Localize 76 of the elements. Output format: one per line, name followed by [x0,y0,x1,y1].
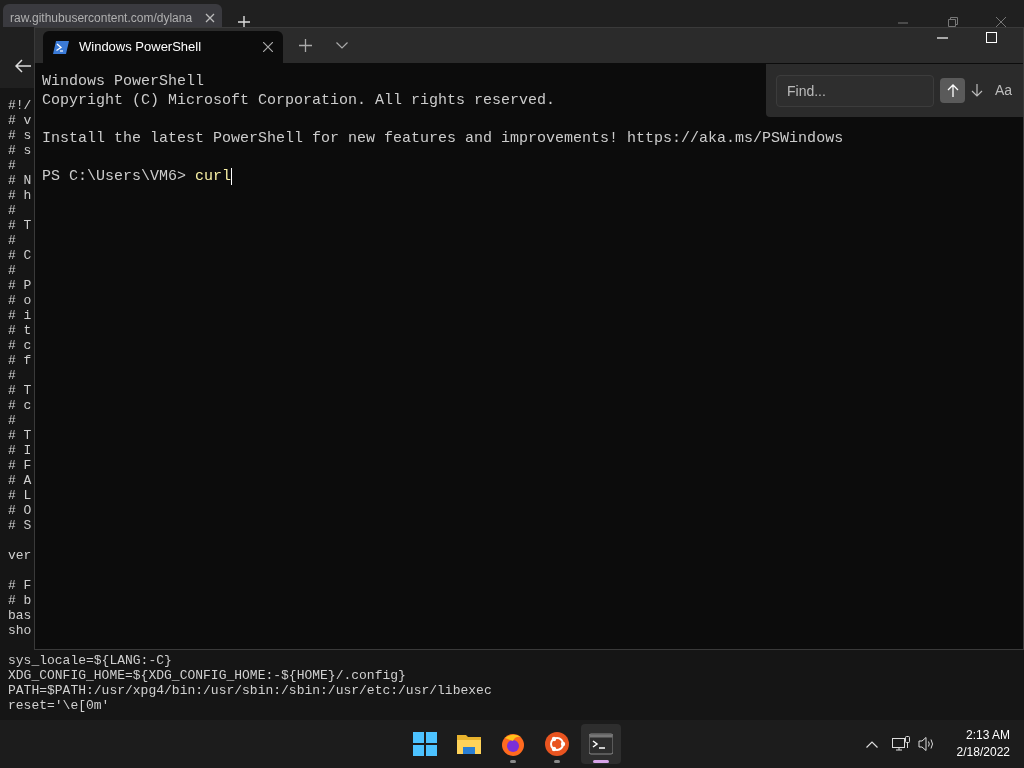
code-line: # [8,203,16,218]
code-line: # [8,263,16,278]
code-line: # f [8,353,32,368]
code-line: # b [8,593,32,608]
terminal-icon [589,732,613,756]
ubuntu-icon [545,732,569,756]
code-line: # S [8,518,32,533]
close-icon[interactable] [996,17,1006,27]
code-line: # C [8,248,32,263]
code-line: ver [8,548,32,563]
maximize-icon[interactable] [986,32,997,43]
prompt: PS C:\Users\VM6> [42,167,187,186]
code-line: # T [8,218,32,233]
start-icon [413,732,437,756]
code-line: # [8,158,16,173]
code-line: # F [8,458,32,473]
text-cursor [231,168,233,185]
code-line: #!/ [8,98,32,113]
chevron-up-icon[interactable] [865,740,878,748]
tab-title: raw.githubusercontent.com/dylana [10,10,194,26]
code-line: reset='\e[0m' [8,698,110,713]
powershell-icon [53,40,69,54]
code-line: PATH=$PATH:/usr/xpg4/bin:/usr/sbin:/sbin:/usr/etc:/usr/libexec [8,683,492,698]
close-icon[interactable] [263,42,273,52]
code-line: # N [8,173,32,188]
code-line: # s [8,128,32,143]
network-icon[interactable] [891,736,910,752]
code-line: # T [8,383,32,398]
code-line: # F [8,578,32,593]
new-tab-icon[interactable] [299,39,312,52]
clock-time[interactable]: 2:13 AM [965,727,1010,744]
running-indicator [554,760,560,763]
clock-date[interactable]: 2/18/2022 [956,744,1010,761]
browser-tab[interactable]: raw.githubusercontent.com/dylana [3,4,222,27]
firefox-icon [501,732,525,756]
console-line: Windows PowerShell [42,72,205,91]
code-line: # L [8,488,32,503]
terminal-tab[interactable]: Windows PowerShell [43,31,283,63]
find-up-button[interactable] [940,78,965,103]
code-line: # i [8,308,32,323]
code-line: # h [8,188,32,203]
folder-icon [457,732,481,756]
code-line: # [8,413,16,428]
restore-icon[interactable] [948,17,958,27]
code-line: # s [8,143,32,158]
console-line: Install the latest PowerShell for new features and improvements! https://aka.ms/PSWindows [42,129,844,148]
match-case-button[interactable]: Aa [995,80,1013,101]
find-field[interactable]: Find... [776,74,934,107]
code-line: # t [8,323,32,338]
down-arrow-icon[interactable] [971,84,983,97]
code-line: # [8,233,16,248]
code-line: # T [8,428,32,443]
code-line: # I [8,443,32,458]
code-line: bas [8,608,32,623]
code-line: sys_locale=${LANG:-C} [8,653,172,668]
code-line: # v [8,113,32,128]
code-line: # [8,368,16,383]
code-line: # P [8,278,32,293]
close-icon[interactable] [205,13,215,23]
tab-title: Windows PowerShell [79,38,203,57]
taskbar-app-button[interactable] [581,724,621,764]
code-line: # o [8,293,32,308]
typed-command: curl [195,167,232,186]
running-indicator [593,760,609,763]
code-line: # A [8,473,32,488]
speaker-icon[interactable] [917,736,935,752]
code-line: XDG_CONFIG_HOME=${XDG_CONFIG_HOME:-${HOME}/.config} [8,668,406,683]
code-line: # c [8,398,32,413]
code-line: sho [8,623,32,638]
back-arrow-icon[interactable] [15,59,31,73]
running-indicator [510,760,516,763]
console-line: Copyright (C) Microsoft Corporation. All rights reserved. [42,91,556,110]
up-arrow-icon [946,84,959,97]
dropdown-chevron-icon[interactable] [336,42,348,49]
code-line: # c [8,338,32,353]
code-line: # O [8,503,32,518]
